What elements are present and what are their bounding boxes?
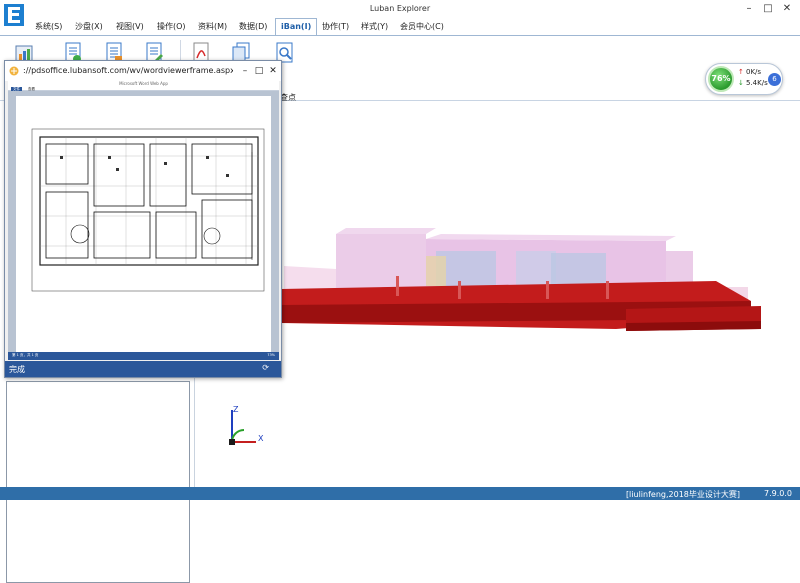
status-version: 7.9.0.0 <box>764 489 792 498</box>
popup-maximize-button[interactable]: □ <box>252 64 266 78</box>
menu-operate[interactable]: 操作(O) <box>157 21 186 32</box>
building-model <box>281 228 761 331</box>
menu-materials[interactable]: 资料(M) <box>198 21 227 32</box>
upload-rate: ↑ 0K/s <box>738 68 761 76</box>
doc-app-title: Microsoft Word Web App <box>119 81 168 86</box>
close-button[interactable]: ✕ <box>776 2 798 16</box>
status-user: [liulinfeng,2018毕业设计大赛] <box>625 490 740 499</box>
title-bar: Luban Explorer – □ ✕ <box>0 0 800 26</box>
menu-data[interactable]: 数据(D) <box>239 21 267 32</box>
3d-viewport[interactable] <box>196 101 800 487</box>
popup-status-text: 完成 <box>9 365 25 374</box>
doc-status-bar: 第 1 页，共 1 页 73% <box>8 352 279 360</box>
doc-tab-file[interactable]: 文件 <box>11 87 22 91</box>
floor-plan-drawing <box>31 128 265 292</box>
document-viewer-window[interactable]: ://pdsoffice.lubansoft.com/wv/wordviewer… <box>4 60 282 378</box>
window-title: Luban Explorer <box>369 4 431 13</box>
popup-minimize-button[interactable]: – <box>238 64 252 78</box>
menu-sandbox[interactable]: 沙盘(X) <box>75 21 103 32</box>
axis-x-label: X <box>258 434 264 443</box>
popup-status-bar: 完成 ⟳ <box>5 361 281 377</box>
popup-url: ://pdsoffice.lubansoft.com/wv/wordviewer… <box>23 66 233 75</box>
refresh-icon[interactable]: ⟳ <box>262 363 269 372</box>
network-speed-widget[interactable]: 76% ↑ 0K/s ↓ 5.4K/s 6 <box>705 63 783 95</box>
left-panel-list[interactable] <box>6 381 190 583</box>
arrow-up-icon: ↑ <box>738 68 744 76</box>
popup-close-button[interactable]: ✕ <box>266 64 280 78</box>
menu-system[interactable]: 系统(S) <box>35 21 62 32</box>
menu-view[interactable]: 视图(V) <box>116 21 144 32</box>
accelerator-badge[interactable]: 6 <box>768 73 781 86</box>
network-usage-percent: 76% <box>708 66 734 92</box>
menu-collab[interactable]: 协作(T) <box>322 21 349 32</box>
doc-tab-view[interactable]: 查看 <box>26 87 37 91</box>
menu-iban[interactable]: iBan(I) <box>275 18 318 36</box>
axis-z-label: Z <box>233 405 239 414</box>
download-rate: ↓ 5.4K/s <box>738 79 768 87</box>
doc-page-count: 第 1 页，共 1 页 <box>12 353 39 357</box>
arrow-down-icon: ↓ <box>738 79 744 87</box>
floor-plan-page <box>16 96 271 352</box>
doc-toolbar: Microsoft Word Web App 文件 查看 <box>8 81 279 91</box>
menu-member-center[interactable]: 会员中心(C) <box>400 21 444 32</box>
menu-bar: 系统(S) 沙盘(X) 视图(V) 操作(O) 资料(M) 数据(D) iBan… <box>0 18 800 36</box>
upload-value: 0K/s <box>746 68 762 76</box>
word-viewer: Microsoft Word Web App 文件 查看 第 1 页，共 1 页… <box>8 81 279 360</box>
download-value: 5.4K/s <box>746 79 768 87</box>
popup-title-bar: ://pdsoffice.lubansoft.com/wv/wordviewer… <box>5 61 281 81</box>
browser-icon <box>9 66 19 76</box>
doc-zoom[interactable]: 73% <box>267 353 275 357</box>
status-bar: [liulinfeng,2018毕业设计大赛] 7.9.0.0 <box>0 487 800 500</box>
menu-style[interactable]: 样式(Y) <box>361 21 388 32</box>
